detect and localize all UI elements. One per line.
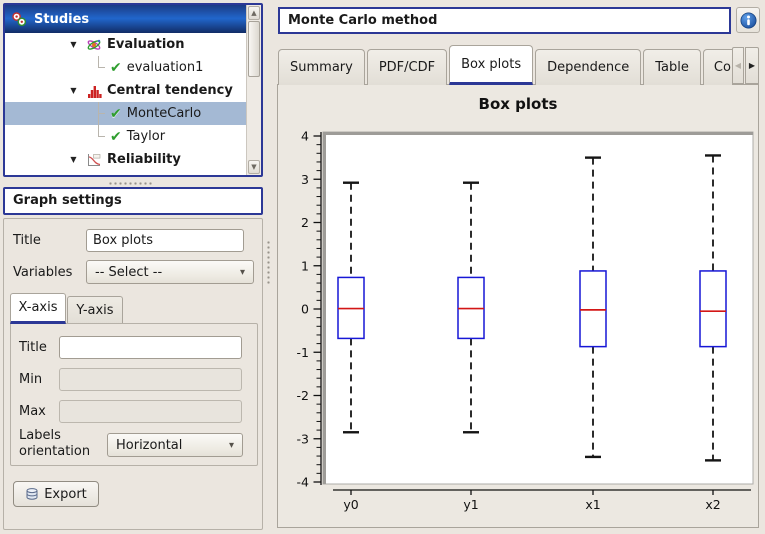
variables-label: Variables <box>13 265 72 280</box>
tab-x-axis[interactable]: X-axis <box>10 293 66 324</box>
svg-text:x1: x1 <box>585 497 600 512</box>
svg-text:y0: y0 <box>343 497 358 512</box>
studies-icon <box>11 11 28 28</box>
svg-text:-2: -2 <box>297 388 309 403</box>
scrollbar-thumb[interactable] <box>248 21 260 77</box>
tab-dependence[interactable]: Dependence <box>535 49 641 85</box>
check-icon: ✔ <box>110 107 122 121</box>
tree-item-label: Taylor <box>127 129 165 144</box>
axis-min-input <box>59 368 242 391</box>
svg-text:-3: -3 <box>297 431 309 446</box>
central-tendency-icon <box>85 82 102 99</box>
result-tabbar: Summary PDF/CDF Box plots Dependence Tab… <box>278 45 732 85</box>
svg-text:3: 3 <box>301 172 309 187</box>
svg-text:-4: -4 <box>297 475 310 490</box>
studies-panel-title: Studies <box>34 12 89 27</box>
expander-arrow-icon[interactable]: ▼ <box>67 40 80 49</box>
horizontal-splitter-handle[interactable] <box>108 181 154 186</box>
tree-branch <box>93 102 105 125</box>
x-axis-settings-frame: Title Min Max Labels orientation Horizon… <box>10 323 258 466</box>
svg-text:y1: y1 <box>463 497 478 512</box>
tab-y-axis[interactable]: Y-axis <box>67 296 123 324</box>
axis-max-label: Max <box>19 404 46 419</box>
graph-settings-header: Graph settings <box>3 187 263 215</box>
studies-tree: ▼ Evaluation ✔ evaluation1 ▼ <box>5 33 246 175</box>
tree-item-label: Reliability <box>107 152 181 167</box>
studies-panel: Studies ▼ Evaluation ✔ evaluation1 ▼ <box>3 3 263 177</box>
scroll-down-icon: ▼ <box>251 163 256 171</box>
expander-arrow-icon[interactable]: ▼ <box>67 86 80 95</box>
info-icon <box>740 12 757 29</box>
check-icon: ✔ <box>110 130 122 144</box>
study-title: Monte Carlo method <box>278 7 731 34</box>
tab-table[interactable]: Table <box>643 49 701 85</box>
expander-arrow-icon[interactable]: ▼ <box>67 155 80 164</box>
studies-tree-scrollbar[interactable]: ▲ ▼ <box>246 5 261 175</box>
tree-item-label: Central tendency <box>107 83 233 98</box>
evaluation-icon <box>85 36 102 53</box>
tab-scroll-right-icon: ▶ <box>749 61 755 70</box>
export-icon <box>25 487 39 501</box>
axis-max-input <box>59 400 242 423</box>
tree-item-label: evaluation1 <box>127 60 204 75</box>
axis-title-label: Title <box>19 340 47 355</box>
svg-text:-1: -1 <box>297 345 309 360</box>
svg-text:2: 2 <box>301 215 309 230</box>
chevron-down-icon: ▾ <box>229 440 234 451</box>
tab-pdf-cdf[interactable]: PDF/CDF <box>367 49 447 85</box>
check-icon: ✔ <box>110 61 122 75</box>
tree-branch <box>93 125 105 148</box>
tree-item-montecarlo[interactable]: ✔ MonteCarlo <box>5 102 246 125</box>
tree-item-evaluation1[interactable]: ✔ evaluation1 <box>5 56 246 79</box>
tab-cobweb[interactable]: Cobw <box>703 49 732 85</box>
tree-item-evaluation[interactable]: ▼ Evaluation <box>5 33 246 56</box>
labels-orientation-dropdown[interactable]: Horizontal ▾ <box>107 433 243 457</box>
tab-summary[interactable]: Summary <box>278 49 365 85</box>
tree-item-reliability[interactable]: ▼ Reliability <box>5 148 246 171</box>
variables-dropdown-value: -- Select -- <box>95 265 162 280</box>
graph-settings-panel: Title Variables -- Select -- ▾ X-axis Y-… <box>3 218 263 530</box>
tree-item-taylor[interactable]: ✔ Taylor <box>5 125 246 148</box>
scroll-up-button[interactable]: ▲ <box>248 6 260 20</box>
reliability-icon <box>85 151 102 168</box>
tree-branch <box>93 56 105 79</box>
tree-item-label: MonteCarlo <box>127 106 201 121</box>
export-button-label: Export <box>44 487 87 502</box>
plot-title-input[interactable] <box>86 229 244 252</box>
tab-scroll-right-button[interactable]: ▶ <box>745 47 759 84</box>
tree-item-label: Evaluation <box>107 37 184 52</box>
tab-scroll-left-icon: ◀ <box>735 61 741 70</box>
chart-title: Box plots <box>278 95 758 113</box>
tree-item-central-tendency[interactable]: ▼ Central tendency <box>5 79 246 102</box>
boxplot-chart: -4 -3 -2 -1 0 1 2 3 4 y0 y1 x1 x2 <box>278 113 758 527</box>
info-button[interactable] <box>736 7 760 33</box>
scroll-down-button[interactable]: ▼ <box>248 160 260 174</box>
tab-box-plots[interactable]: Box plots <box>449 45 533 85</box>
axis-min-label: Min <box>19 372 42 387</box>
studies-panel-header: Studies <box>5 5 246 33</box>
vertical-splitter-handle[interactable] <box>266 240 271 286</box>
svg-text:0: 0 <box>301 302 309 317</box>
axis-title-input[interactable] <box>59 336 242 359</box>
labels-orientation-value: Horizontal <box>116 438 182 453</box>
chevron-down-icon: ▾ <box>240 267 245 278</box>
export-button[interactable]: Export <box>13 481 99 507</box>
scroll-up-icon: ▲ <box>251 9 256 17</box>
labels-orientation-label: Labels orientation <box>19 428 103 460</box>
box-plots-tab-content: Box plots -4 -3 -2 -1 0 1 2 3 4 y0 y1 x1 x2 <box>277 84 759 528</box>
svg-text:4: 4 <box>301 129 309 144</box>
svg-text:1: 1 <box>301 258 309 273</box>
variables-dropdown[interactable]: -- Select -- ▾ <box>86 260 254 284</box>
tab-scroll-left-button[interactable]: ◀ <box>732 47 744 84</box>
plot-title-label: Title <box>13 233 41 248</box>
svg-text:x2: x2 <box>705 497 720 512</box>
